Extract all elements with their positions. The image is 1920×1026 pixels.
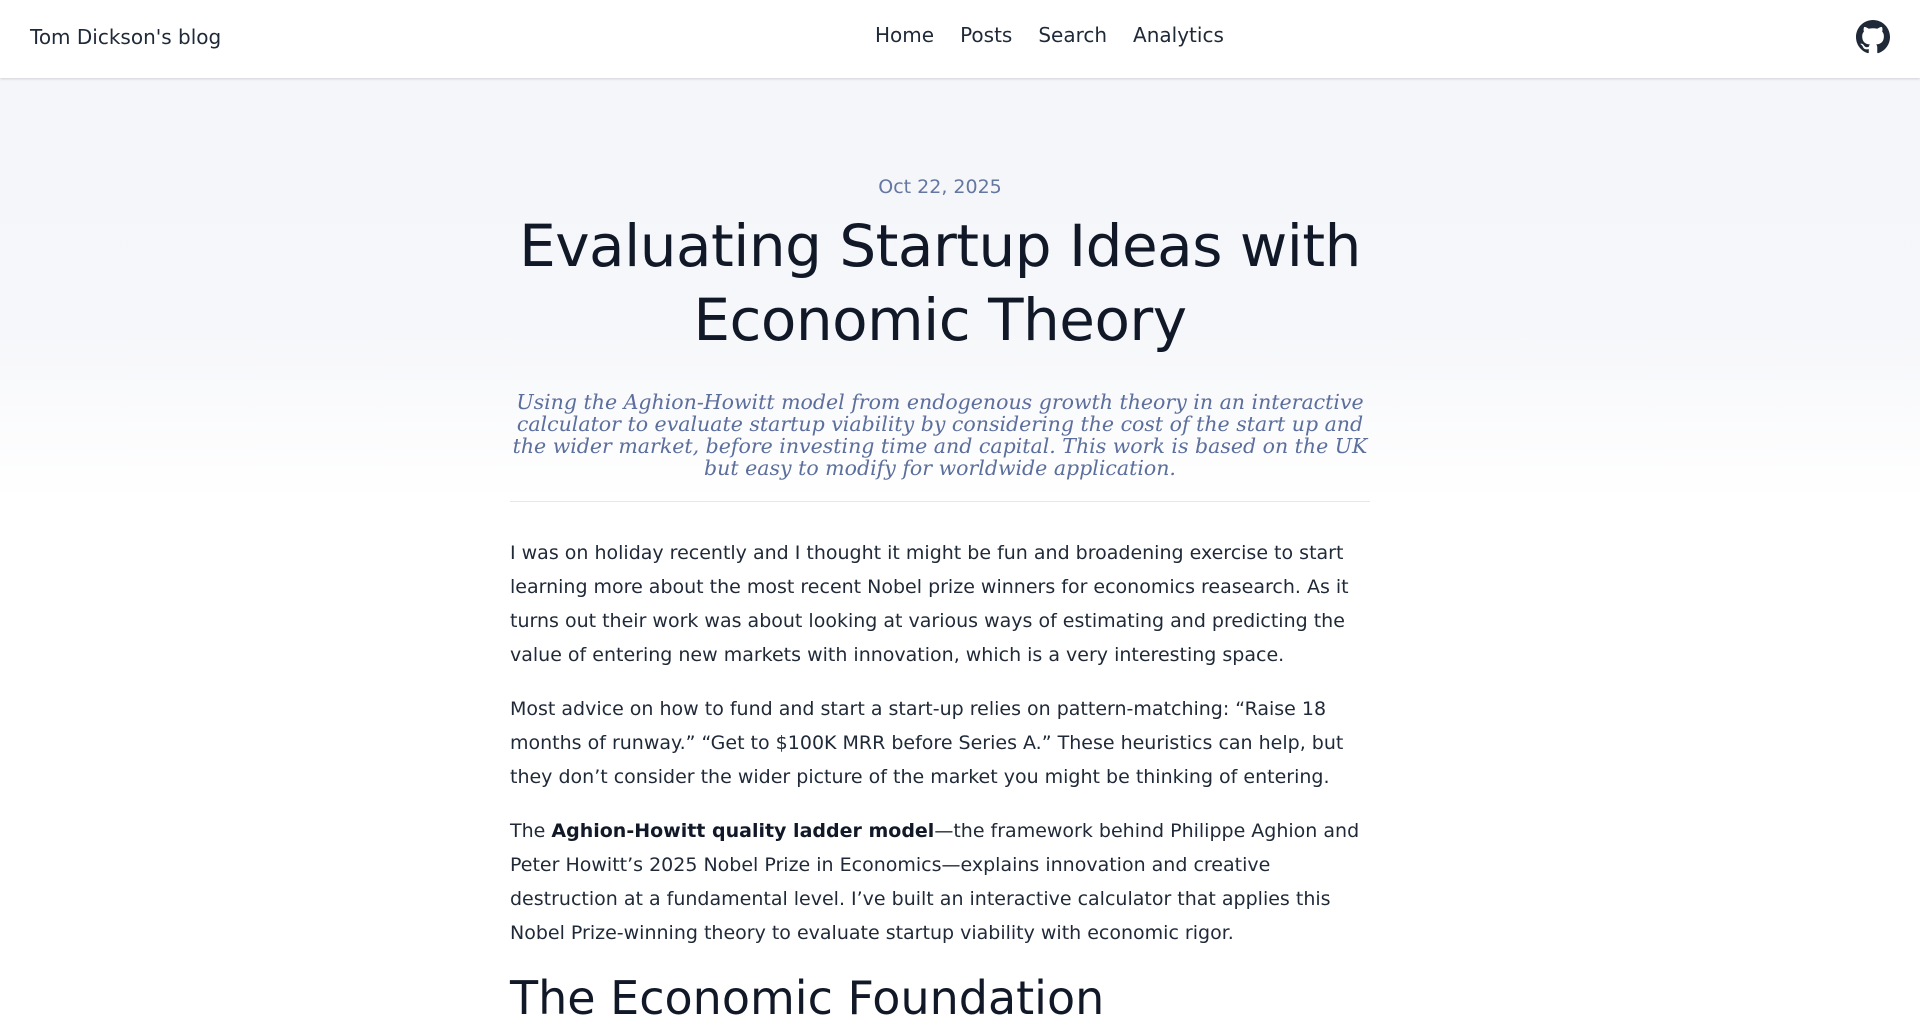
blog-title-link[interactable]: Tom Dickson's blog <box>30 25 221 49</box>
section-heading: The Economic Foundation <box>510 971 1105 1025</box>
post-content: Oct 22, 2025 Evaluating Startup Ideas wi… <box>510 78 1370 1026</box>
nav-search[interactable]: Search <box>1038 23 1107 47</box>
github-mark-svg <box>1856 20 1890 54</box>
paragraph: The Aghion-Howitt quality ladder model—t… <box>510 814 1370 950</box>
nav-analytics[interactable]: Analytics <box>1133 23 1224 47</box>
post-date: Oct 22, 2025 <box>878 176 1002 198</box>
model-name-bold: Aghion-Howitt quality ladder model <box>551 820 935 842</box>
paragraph-lead: The <box>510 820 552 842</box>
post-body: I was on holiday recently and I thought … <box>510 536 1370 1026</box>
post-title: Evaluating Startup Ideas with Economic T… <box>519 212 1361 354</box>
post-subtitle: Using the Aghion-Howitt model from endog… <box>512 390 1368 480</box>
paragraph: I was on holiday recently and I thought … <box>510 542 1349 666</box>
github-icon[interactable] <box>1856 20 1890 54</box>
top-navigation-bar: Tom Dickson's blog Home Posts Search Ana… <box>0 0 1920 78</box>
main-nav: Home Posts Search Analytics <box>875 23 1224 47</box>
paragraph: Most advice on how to fund and start a s… <box>510 698 1344 788</box>
nav-posts[interactable]: Posts <box>960 23 1012 47</box>
header-divider <box>510 501 1370 502</box>
nav-home[interactable]: Home <box>875 23 934 47</box>
